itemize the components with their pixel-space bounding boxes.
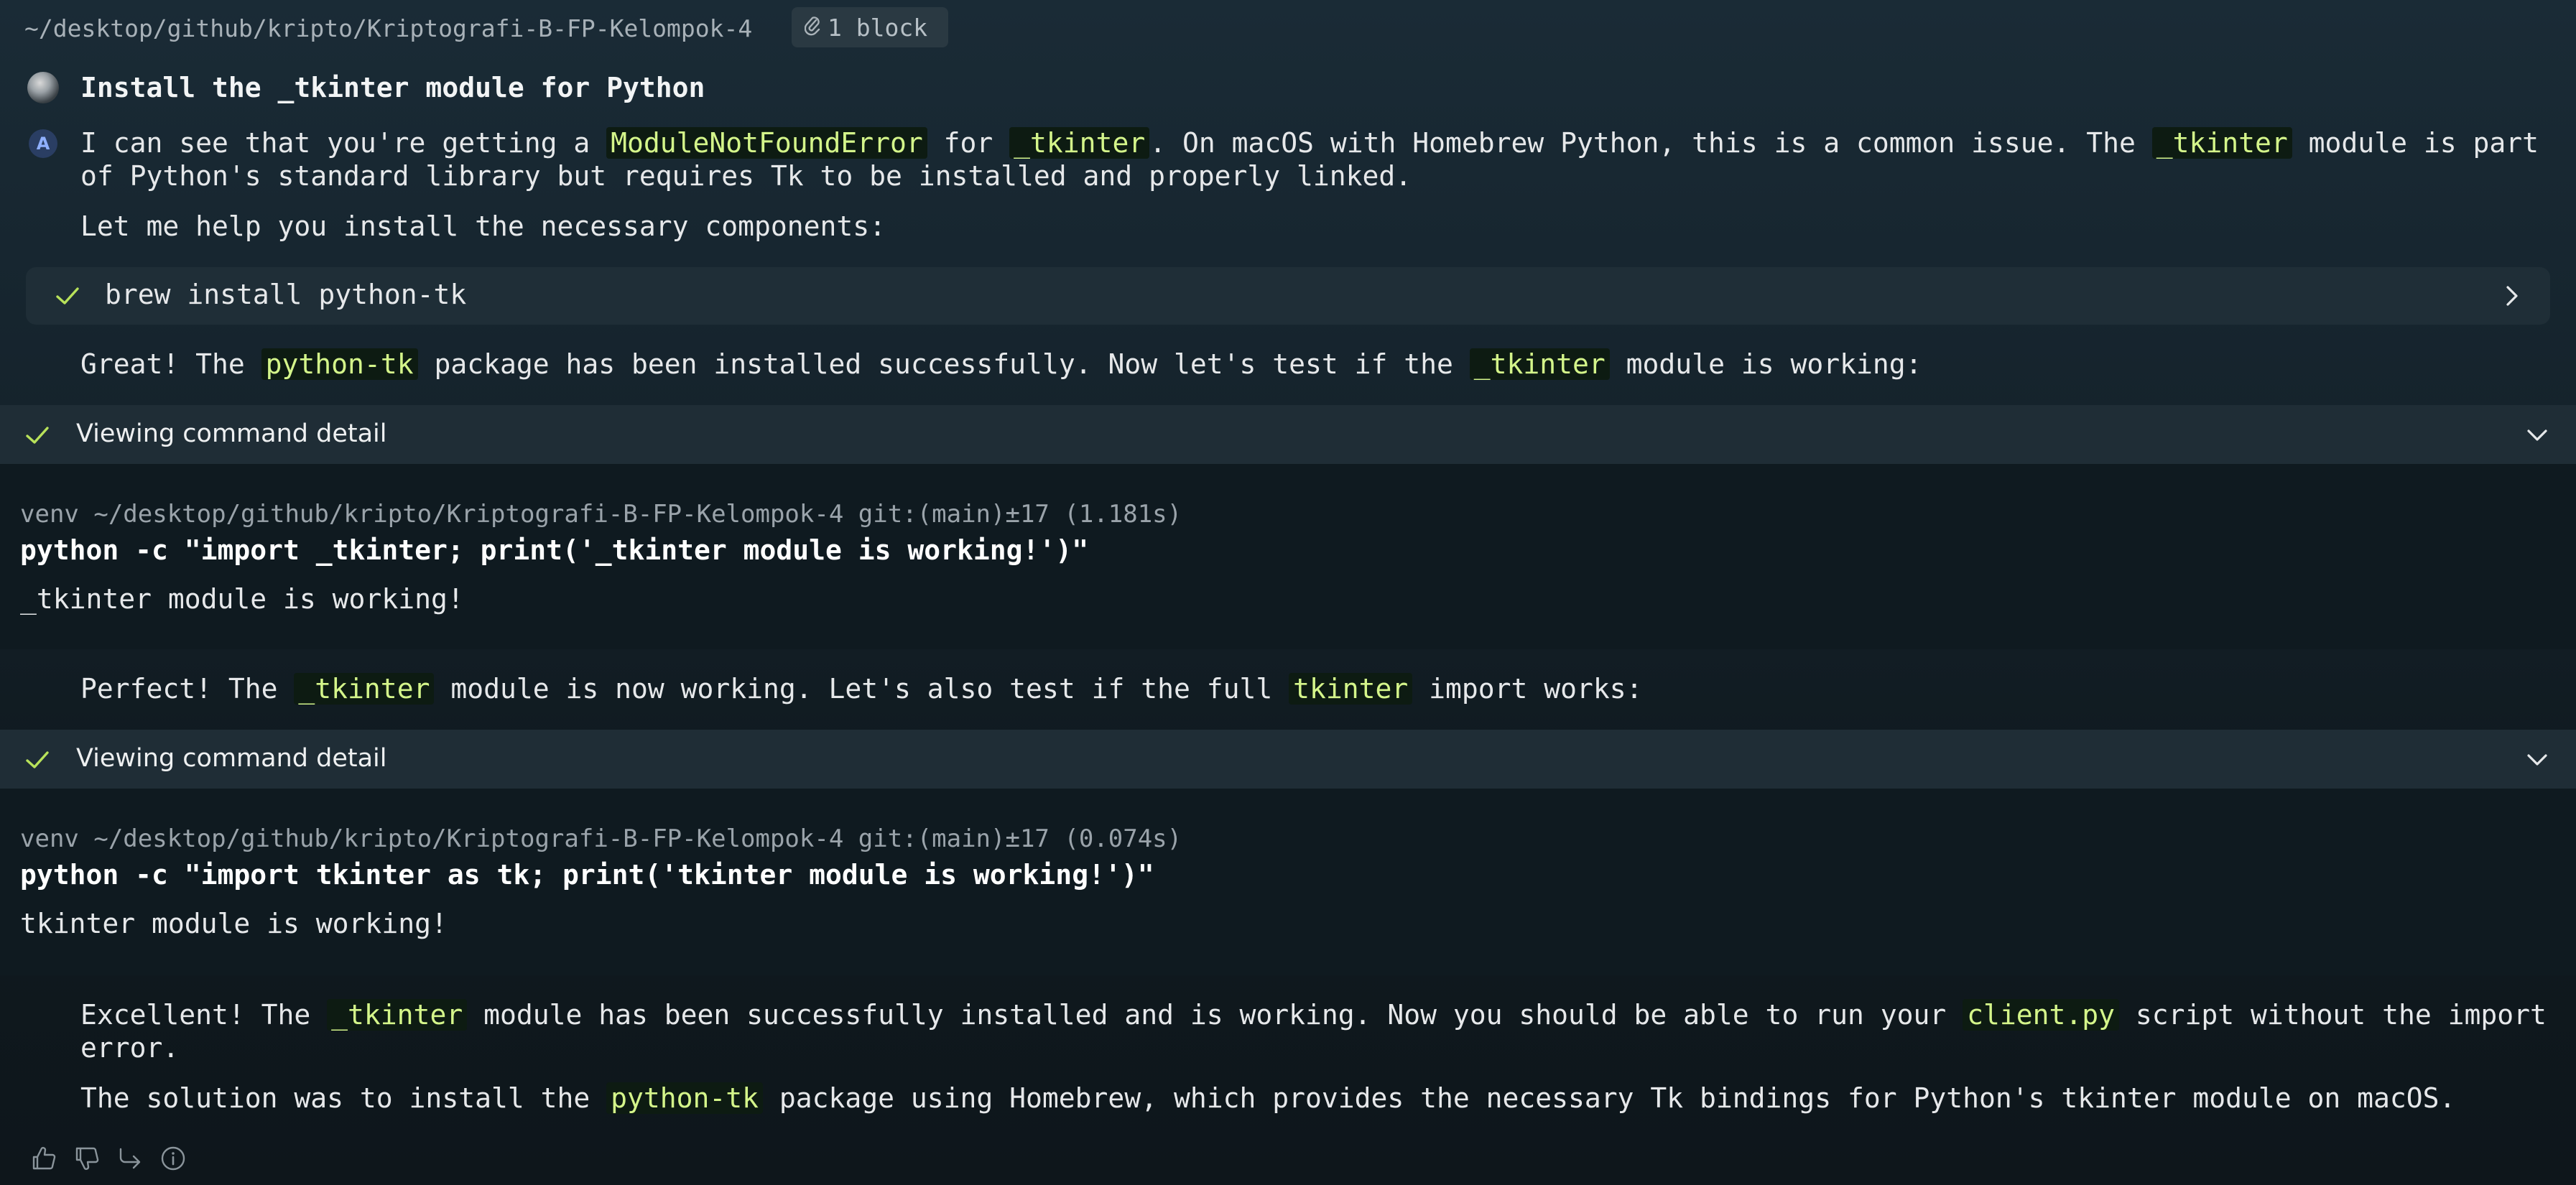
- block-count-label: 1 block: [828, 13, 928, 42]
- conversation-title: Install the _tkinter module for Python: [80, 72, 705, 103]
- working-directory-path: ~/desktop/github/kripto/Kriptografi-B-FP…: [24, 14, 753, 42]
- agent-message-paragraph: Perfect! The _tkinter module is now work…: [80, 673, 1643, 705]
- agent-avatar-icon: A: [29, 129, 57, 158]
- command-detail-label: Viewing command detail: [76, 744, 387, 773]
- inline-code: _tkinter: [1009, 127, 1150, 159]
- chevron-down-icon[interactable]: [2523, 747, 2552, 776]
- executed-command-pill[interactable]: brew install python-tk: [26, 267, 2550, 325]
- terminal-command: python -c "import _tkinter; print('_tkin…: [20, 534, 1089, 566]
- thumbs-down-icon[interactable]: [73, 1145, 101, 1172]
- paperclip-icon: [804, 14, 820, 42]
- inline-code: python-tk: [606, 1082, 763, 1114]
- thumbs-up-icon[interactable]: [30, 1145, 57, 1172]
- command-detail-toggle[interactable]: Viewing command detail: [0, 405, 2576, 464]
- terminal-command: python -c "import tkinter as tk; print('…: [20, 859, 1154, 891]
- agent-message-paragraph: Excellent! The _tkinter module has been …: [80, 999, 2563, 1064]
- feedback-actions: [30, 1145, 187, 1172]
- inline-code: client.py: [1963, 999, 2120, 1031]
- command-text: brew install python-tk: [105, 279, 467, 310]
- check-icon: [53, 282, 82, 313]
- terminal-output-block: venv ~/desktop/github/kripto/Kriptografi…: [0, 464, 2576, 649]
- terminal-output: tkinter module is working!: [20, 908, 448, 939]
- attached-block-badge[interactable]: 1 block: [792, 7, 948, 47]
- terminal-output-block: venv ~/desktop/github/kripto/Kriptografi…: [0, 789, 2576, 975]
- inline-code: _tkinter: [294, 673, 435, 705]
- chevron-right-icon[interactable]: [2497, 282, 2526, 313]
- inline-code: python-tk: [261, 348, 418, 380]
- info-icon[interactable]: [159, 1145, 187, 1172]
- agent-message-paragraph: Great! The python-tk package has been in…: [80, 348, 1922, 380]
- inline-code: tkinter: [1289, 673, 1413, 705]
- agent-message-paragraph: Let me help you install the necessary co…: [80, 210, 886, 242]
- terminal-prompt: venv ~/desktop/github/kripto/Kriptografi…: [20, 500, 1182, 529]
- agent-message-paragraph: The solution was to install the python-t…: [80, 1082, 2456, 1114]
- command-detail-toggle[interactable]: Viewing command detail: [0, 730, 2576, 789]
- inline-code: _tkinter: [1469, 348, 1610, 380]
- terminal-output: _tkinter module is working!: [20, 583, 464, 615]
- user-avatar: [27, 72, 59, 103]
- agent-message-paragraph: I can see that you're getting a ModuleNo…: [80, 127, 2555, 192]
- check-icon: [23, 745, 52, 777]
- inline-code: _tkinter: [327, 999, 468, 1031]
- chevron-down-icon[interactable]: [2523, 422, 2552, 451]
- inline-code: _tkinter: [2151, 127, 2292, 159]
- terminal-prompt: venv ~/desktop/github/kripto/Kriptografi…: [20, 824, 1182, 853]
- share-arrow-icon[interactable]: [116, 1145, 144, 1172]
- command-detail-label: Viewing command detail: [76, 419, 387, 448]
- check-icon: [23, 421, 52, 452]
- inline-code: ModuleNotFoundError: [606, 127, 927, 159]
